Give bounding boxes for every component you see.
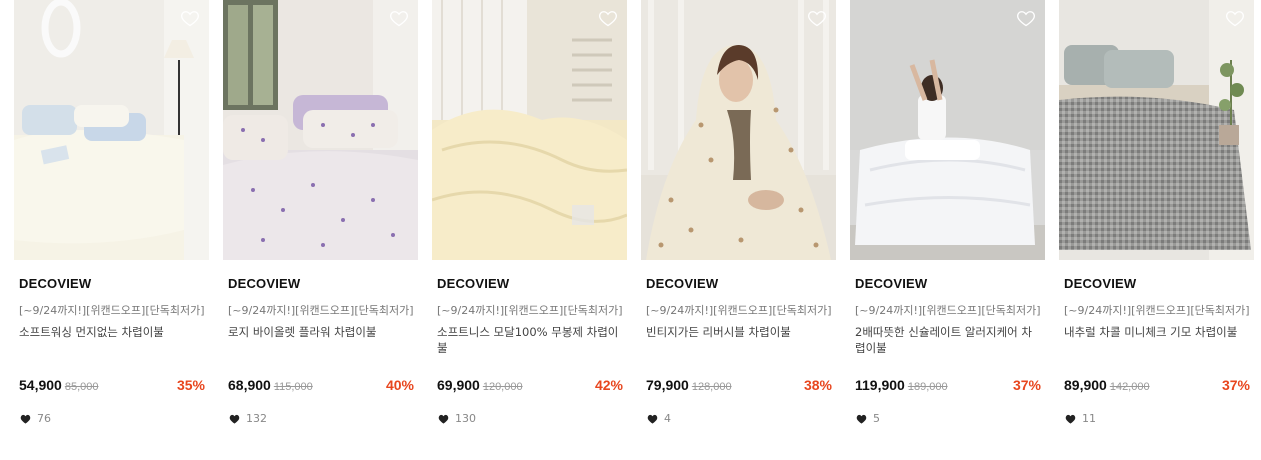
product-image[interactable] bbox=[850, 0, 1045, 260]
original-price: 115,000 bbox=[273, 381, 313, 393]
heart-filled-icon bbox=[229, 414, 240, 424]
product-image[interactable] bbox=[432, 0, 627, 260]
sale-price: 119,900 bbox=[855, 377, 905, 393]
product-price: 119,900 189,000 bbox=[855, 377, 948, 393]
product-name[interactable]: 소프트워싱 먼지없는 차렵이불 bbox=[19, 324, 204, 340]
heart-filled-icon bbox=[20, 414, 31, 424]
product-brand[interactable]: DECOVIEW bbox=[19, 276, 91, 291]
original-price: 85,000 bbox=[64, 381, 99, 393]
product-name[interactable]: 소프트니스 모달100% 무봉제 차렵이불 bbox=[437, 324, 622, 356]
product-promo-tags: [~9/24까지!][위캔드오프][단독최저가] bbox=[19, 304, 205, 317]
product-brand[interactable]: DECOVIEW bbox=[646, 276, 718, 291]
product-image[interactable] bbox=[223, 0, 418, 260]
like-count: 130 bbox=[438, 412, 476, 425]
product-image[interactable] bbox=[1059, 0, 1254, 260]
original-price: 120,000 bbox=[482, 381, 523, 393]
heart-filled-icon bbox=[647, 414, 658, 424]
product-price: 68,900 115,000 bbox=[228, 377, 313, 393]
original-price: 142,000 bbox=[1109, 381, 1150, 393]
product-card[interactable]: DECOVIEW [~9/24까지!][위캔드오프][단독최저가] 빈티지가든 … bbox=[641, 0, 836, 460]
like-count-value: 130 bbox=[455, 412, 476, 425]
discount-rate: 38% bbox=[803, 377, 832, 393]
sale-price: 68,900 bbox=[228, 377, 271, 393]
product-name[interactable]: 내추럴 차콜 미니체크 기모 차렵이불 bbox=[1064, 324, 1249, 340]
product-name[interactable]: 2배따뜻한 신슐레이트 알러지케어 차렵이불 bbox=[855, 324, 1040, 356]
wishlist-heart-icon[interactable] bbox=[1225, 8, 1245, 28]
product-price: 69,900 120,000 bbox=[437, 377, 523, 393]
product-card[interactable]: DECOVIEW [~9/24까지!][위캔드오프][단독최저가] 소프트니스 … bbox=[432, 0, 627, 460]
like-count: 11 bbox=[1065, 412, 1096, 425]
wishlist-heart-icon[interactable] bbox=[389, 8, 409, 28]
like-count: 4 bbox=[647, 412, 671, 425]
product-image[interactable] bbox=[641, 0, 836, 260]
like-count: 132 bbox=[229, 412, 267, 425]
product-promo-tags: [~9/24까지!][위캔드오프][단독최저가] bbox=[228, 304, 414, 317]
wishlist-heart-icon[interactable] bbox=[807, 8, 827, 28]
heart-filled-icon bbox=[1065, 414, 1076, 424]
wishlist-heart-icon[interactable] bbox=[598, 8, 618, 28]
product-price: 89,900 142,000 bbox=[1064, 377, 1150, 393]
product-card[interactable]: DECOVIEW [~9/24까지!][위캔드오프][단독최저가] 내추럴 차콜… bbox=[1059, 0, 1254, 460]
product-promo-tags: [~9/24까지!][위캔드오프][단독최저가] bbox=[437, 304, 623, 317]
original-price: 189,000 bbox=[907, 381, 948, 393]
wishlist-heart-icon[interactable] bbox=[1016, 8, 1036, 28]
product-promo-tags: [~9/24까지!][위캔드오프][단독최저가] bbox=[855, 304, 1041, 317]
product-image[interactable] bbox=[14, 0, 209, 260]
product-name[interactable]: 로지 바이올렛 플라워 차렵이불 bbox=[228, 324, 413, 340]
sale-price: 79,900 bbox=[646, 377, 689, 393]
product-brand[interactable]: DECOVIEW bbox=[437, 276, 509, 291]
product-name[interactable]: 빈티지가든 리버시블 차렵이불 bbox=[646, 324, 831, 340]
discount-rate: 37% bbox=[1221, 377, 1250, 393]
like-count: 76 bbox=[20, 412, 51, 425]
discount-rate: 37% bbox=[1012, 377, 1041, 393]
product-promo-tags: [~9/24까지!][위캔드오프][단독최저가] bbox=[1064, 304, 1250, 317]
like-count-value: 11 bbox=[1082, 412, 1096, 425]
wishlist-heart-icon[interactable] bbox=[180, 8, 200, 28]
like-count-value: 76 bbox=[37, 412, 51, 425]
like-count-value: 132 bbox=[246, 412, 267, 425]
discount-rate: 42% bbox=[594, 377, 623, 393]
product-price: 79,900 128,000 bbox=[646, 377, 732, 393]
product-brand[interactable]: DECOVIEW bbox=[228, 276, 300, 291]
discount-rate: 40% bbox=[385, 377, 414, 393]
heart-filled-icon bbox=[438, 414, 449, 424]
product-brand[interactable]: DECOVIEW bbox=[855, 276, 927, 291]
sale-price: 89,900 bbox=[1064, 377, 1107, 393]
product-promo-tags: [~9/24까지!][위캔드오프][단독최저가] bbox=[646, 304, 832, 317]
heart-filled-icon bbox=[856, 414, 867, 424]
discount-rate: 35% bbox=[176, 377, 205, 393]
sale-price: 54,900 bbox=[19, 377, 62, 393]
sale-price: 69,900 bbox=[437, 377, 480, 393]
product-card[interactable]: DECOVIEW [~9/24까지!][위캔드오프][단독최저가] 소프트워싱 … bbox=[14, 0, 209, 460]
product-brand[interactable]: DECOVIEW bbox=[1064, 276, 1136, 291]
product-card[interactable]: DECOVIEW [~9/24까지!][위캔드오프][단독최저가] 로지 바이올… bbox=[223, 0, 418, 460]
product-grid: DECOVIEW [~9/24까지!][위캔드오프][단독최저가] 소프트워싱 … bbox=[14, 0, 1254, 460]
like-count: 5 bbox=[856, 412, 880, 425]
like-count-value: 4 bbox=[664, 412, 671, 425]
product-price: 54,900 85,000 bbox=[19, 377, 98, 393]
original-price: 128,000 bbox=[691, 381, 732, 393]
product-card[interactable]: DECOVIEW [~9/24까지!][위캔드오프][단독최저가] 2배따뜻한 … bbox=[850, 0, 1045, 460]
like-count-value: 5 bbox=[873, 412, 880, 425]
